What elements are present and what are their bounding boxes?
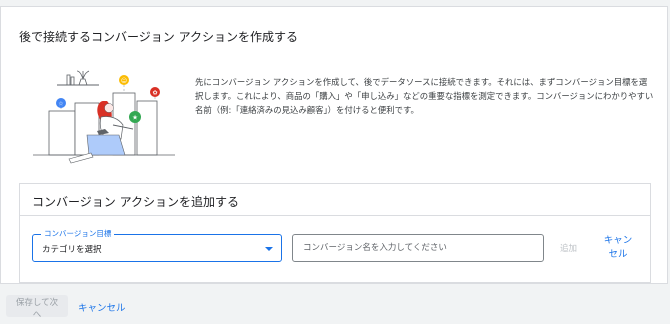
conversion-goal-label: コンバージョン目標: [41, 228, 115, 239]
conversion-name-input[interactable]: [292, 234, 544, 262]
footer-cancel-button[interactable]: キャンセル: [78, 300, 126, 314]
section-divider: [20, 215, 650, 216]
svg-text:☆: ☆: [58, 101, 63, 108]
svg-text:✿: ✿: [152, 90, 157, 97]
conversion-card: 後で接続するコンバージョン アクションを作成する ☆ ☺ ✿ ★ 先にコンバージ…: [0, 6, 668, 284]
section-cancel-button[interactable]: キャンセル: [600, 234, 636, 262]
conversion-illustration: ☆ ☺ ✿ ★: [33, 70, 175, 164]
conversion-goal-select[interactable]: コンバージョン目標 カテゴリを選択: [32, 228, 282, 262]
save-and-next-button[interactable]: 保存して次へ: [6, 295, 68, 320]
svg-text:☺: ☺: [121, 78, 127, 85]
conversion-goal-value: カテゴリを選択: [42, 245, 102, 255]
smiley-icon: ☺: [119, 75, 129, 85]
star-icon: ☆: [56, 98, 66, 108]
gift-icon: ✿: [150, 87, 160, 97]
section-title: コンバージョン アクションを追加する: [32, 195, 239, 209]
create-conversion-page: 後で接続するコンバージョン アクションを作成する ☆ ☺ ✿ ★ 先にコンバージ…: [0, 0, 670, 324]
svg-text:★: ★: [132, 114, 138, 122]
add-conversion-section: コンバージョン アクションを追加する コンバージョン目標 カテゴリを選択 追加 …: [19, 183, 651, 283]
shelf-plant-illustration: [57, 70, 99, 86]
add-button[interactable]: 追加: [560, 242, 577, 254]
chevron-down-icon: [265, 247, 273, 251]
page-title: 後で接続するコンバージョン アクションを作成する: [19, 30, 298, 44]
check-icon: ★: [129, 111, 141, 123]
page-description: 先にコンバージョン アクションを作成して、後でデータソースに接続できます。それに…: [195, 77, 654, 115]
